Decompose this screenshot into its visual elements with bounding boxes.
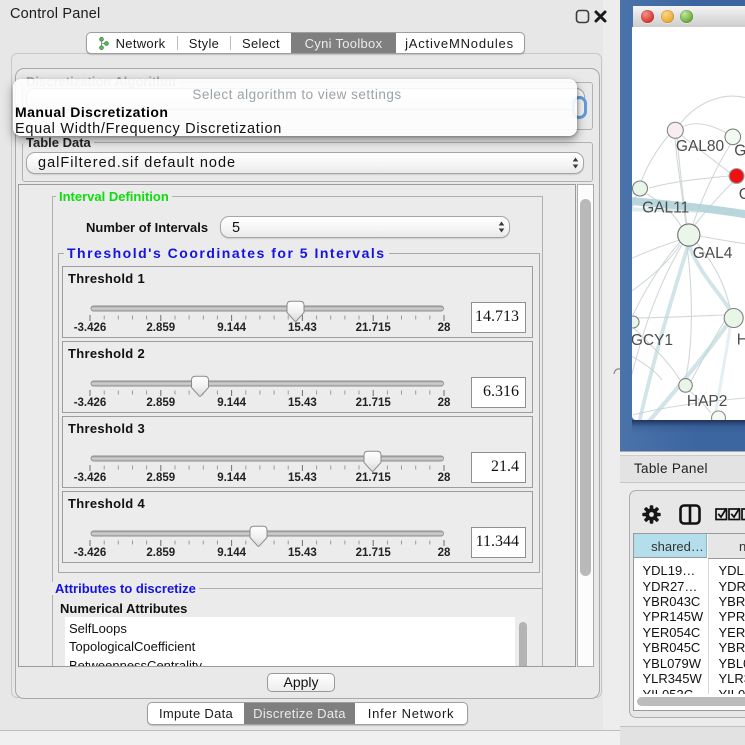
svg-text:GCY1: GCY1 (632, 332, 673, 349)
svg-text:GA: GA (734, 143, 745, 160)
svg-text:HAP2: HAP2 (687, 393, 728, 410)
svg-text:GAL11: GAL11 (642, 200, 689, 217)
svg-text:C: C (739, 186, 745, 203)
svg-text:GAL80: GAL80 (676, 138, 725, 155)
svg-text:H: H (737, 332, 745, 349)
svg-text:GAL4: GAL4 (693, 245, 733, 262)
